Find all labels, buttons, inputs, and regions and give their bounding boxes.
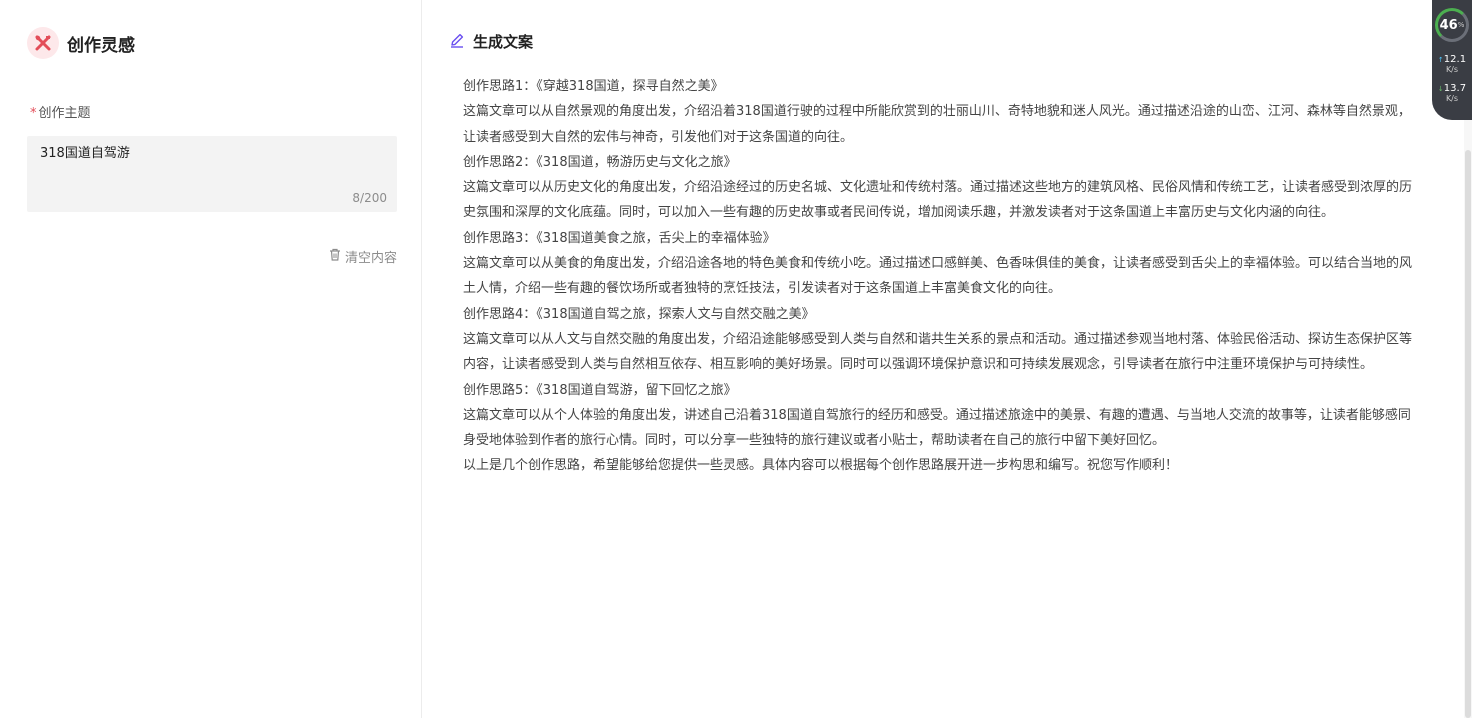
brand-header: 创作灵感 <box>27 27 135 59</box>
copy-paragraph: 创作思路5：《318国道自驾游，留下回忆之旅》 <box>463 382 737 398</box>
usage-gauge: 46% <box>1435 8 1469 42</box>
upload-speed-value: 12.1 <box>1443 54 1467 65</box>
download-speed-unit: K/s <box>1445 94 1459 103</box>
copy-paragraph: 这篇文章可以从历史文化的角度出发，介绍沿途经过的历史名城、文化遗址和传统村落。通… <box>463 180 1413 221</box>
usage-percent-unit: % <box>1457 21 1465 29</box>
clear-content-label: 清空内容 <box>344 251 397 266</box>
copy-paragraph: 以上是几个创作思路，希望能够给您提供一些灵感。具体内容可以根据每个创作思路展开进… <box>463 458 1179 474</box>
tools-icon <box>27 27 59 59</box>
scrollbar-thumb[interactable] <box>1465 150 1471 718</box>
topic-textarea-box[interactable]: 8/200 <box>27 136 397 212</box>
usage-percent: 46 <box>1439 17 1458 33</box>
creation-sidebar: 创作灵感 *创作主题 8/200 清空内容 <box>0 0 422 718</box>
topic-label: * 创作主题 <box>30 102 91 121</box>
topic-input[interactable] <box>40 144 380 159</box>
result-header: 生成文案 <box>449 31 536 54</box>
download-speed: ↓13.7 K/s <box>1432 84 1472 104</box>
copy-paragraph: 创作思路1：《穿越318国道，探寻自然之美》 <box>463 79 724 94</box>
upload-speed-unit: K/s <box>1445 65 1459 74</box>
app-root: 创作灵感 *创作主题 8/200 清空内容 <box>0 0 1472 718</box>
sidebar-title: 创作灵感 <box>67 35 135 56</box>
result-panel: 生成文案 创作思路1：《穿越318国道，探寻自然之美》 这篇文章可以从自然景观的… <box>423 0 1463 718</box>
generated-copy: 创作思路1：《穿越318国道，探寻自然之美》 这篇文章可以从自然景观的角度出发，… <box>463 74 1423 479</box>
trash-icon <box>329 248 345 265</box>
topic-label-text: 创作主题 <box>38 106 91 121</box>
char-count: 8/200 <box>352 191 387 205</box>
copy-paragraph: 这篇文章可以从自然景观的角度出发，介绍沿着318国道行驶的过程中所能欣赏到的壮丽… <box>463 104 1411 145</box>
copy-paragraph: 这篇文章可以从美食的角度出发，介绍沿途各地的特色美食和传统小吃。通过描述口感鲜美… <box>463 256 1413 297</box>
required-mark: * <box>30 106 37 121</box>
copy-paragraph: 创作思路4：《318国道自驾之旅，探索人文与自然交融之美》 <box>463 306 815 322</box>
network-speed-widget[interactable]: 46% ↑12.1 K/s ↓13.7 K/s <box>1432 0 1472 120</box>
pencil-icon <box>449 32 465 52</box>
result-title: 生成文案 <box>470 33 536 54</box>
copy-paragraph: 创作思路3：《318国道美食之旅，舌尖上的幸福体验》 <box>463 230 776 246</box>
clear-content-button[interactable]: 清空内容 <box>329 247 397 266</box>
download-speed-value: 13.7 <box>1443 83 1467 94</box>
copy-paragraph: 这篇文章可以从个人体验的角度出发，讲述自己沿着318国道自驾旅行的经历和感受。通… <box>463 407 1411 449</box>
copy-paragraph: 创作思路2：《318国道，畅游历史与文化之旅》 <box>463 154 737 170</box>
copy-paragraph: 这篇文章可以从人文与自然交融的角度出发，介绍沿途能够感受到人类与自然和谐共生关系… <box>463 331 1413 373</box>
upload-speed: ↑12.1 K/s <box>1432 55 1472 75</box>
